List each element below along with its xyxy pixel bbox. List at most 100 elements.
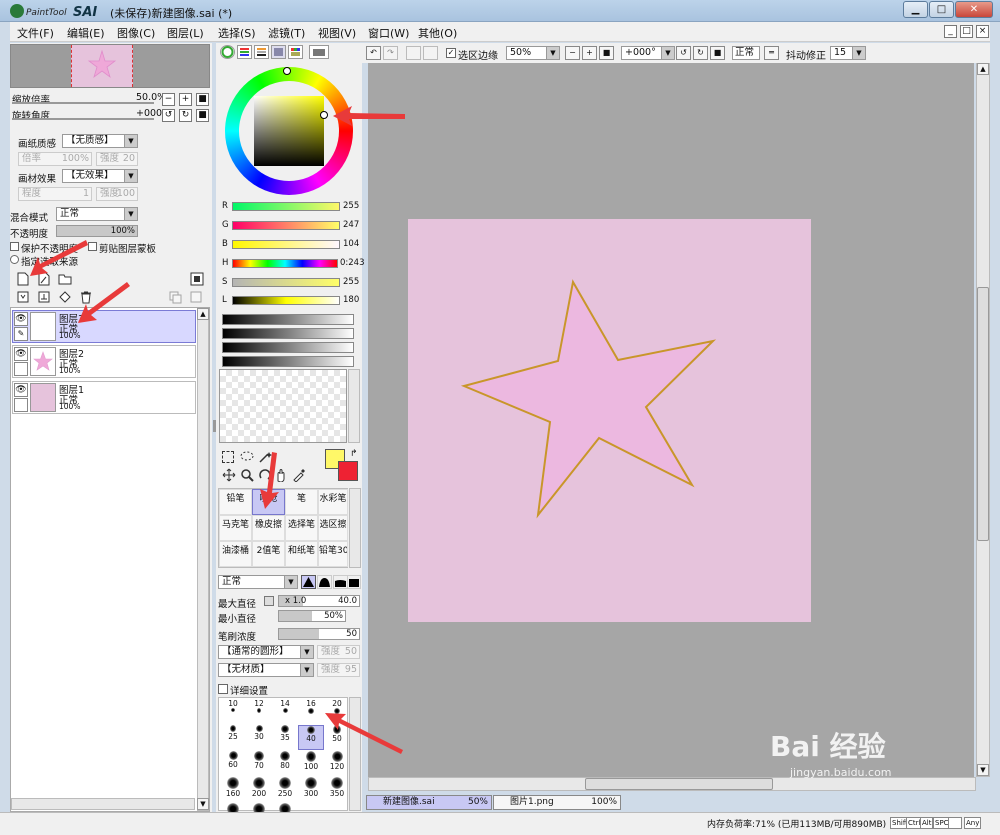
zoom-out-button[interactable]: − [162, 93, 175, 106]
menu-window[interactable]: 窗口(W) [368, 25, 409, 41]
menu-select[interactable]: 选择(S) [218, 25, 256, 41]
brush-edge-medium-icon[interactable] [317, 575, 332, 589]
brush-size-250[interactable]: 250 [272, 777, 298, 802]
trash-icon[interactable] [79, 290, 93, 304]
scratchpad-tab-icon[interactable] [309, 45, 329, 59]
canvas-scroll-up-icon[interactable]: ▲ [977, 63, 989, 75]
zoom-icon[interactable] [240, 468, 254, 482]
tool-brush[interactable]: 笔 [285, 489, 318, 515]
brush-edge-soft-icon[interactable] [333, 575, 348, 589]
eye-icon[interactable]: 👁 [14, 312, 28, 326]
scroll-up-icon[interactable]: ▲ [197, 308, 209, 320]
green-slider[interactable] [232, 221, 340, 230]
menu-other[interactable]: 其他(O) [418, 25, 457, 41]
menu-edit[interactable]: 编辑(E) [67, 25, 105, 41]
navigator-preview[interactable] [10, 44, 210, 88]
tool-select-pen[interactable]: 选择笔 [285, 515, 318, 541]
toolbar-rotate-left-button[interactable]: ↺ [676, 46, 691, 60]
blue-slider[interactable] [232, 240, 340, 249]
zoom-reset-button[interactable]: ■ [196, 93, 209, 106]
brush-size-14[interactable]: 14 [272, 699, 298, 724]
menu-file[interactable]: 文件(F) [17, 25, 54, 41]
lasso-icon[interactable] [240, 451, 254, 463]
child-minimize-button[interactable]: _ [944, 25, 957, 38]
child-close-button[interactable]: × [976, 25, 989, 38]
brush-size-35[interactable]: 35 [272, 725, 298, 750]
clear-layer-icon[interactable] [58, 290, 72, 304]
brush-size-160[interactable]: 160 [220, 777, 246, 802]
brush-size-10[interactable]: 10 [220, 699, 246, 724]
canvas-scroll-down-icon[interactable]: ▼ [977, 764, 989, 776]
brush-size-200[interactable]: 200 [246, 777, 272, 802]
menu-image[interactable]: 图像(C) [117, 25, 155, 41]
swap-colors-icon[interactable]: ↱ [350, 449, 360, 459]
brush-size-350[interactable]: 350 [324, 777, 350, 802]
new-folder-icon[interactable] [58, 272, 72, 286]
merge-down-icon[interactable] [37, 290, 51, 304]
brush-edge-flat-icon[interactable] [347, 575, 361, 589]
rotate-left-button[interactable]: ↺ [162, 109, 175, 122]
doc-tab-picture[interactable]: 图片1.png 100% [493, 795, 621, 810]
tool-washi-pen[interactable]: 和纸笔 [285, 541, 318, 567]
selection-edge-checkbox[interactable]: ✓ [446, 48, 456, 58]
gradient-bar-2[interactable] [222, 328, 354, 339]
pencil-icon[interactable]: ✎ [14, 327, 28, 341]
layer-mask-icon[interactable] [190, 272, 204, 286]
swatch-tab-icon[interactable] [288, 45, 303, 59]
protect-opacity-checkbox[interactable] [10, 242, 19, 251]
menu-filter[interactable]: 滤镜(T) [268, 25, 305, 41]
zoom-slider[interactable] [12, 102, 154, 104]
stabilizer-combo[interactable]: 15 ▼ [830, 46, 866, 60]
deselect-button[interactable] [406, 46, 421, 60]
toolbar-zoom-fit-button[interactable]: ■ [599, 46, 614, 60]
new-layer-icon[interactable] [16, 272, 30, 286]
hue-marker[interactable] [283, 67, 291, 75]
eyedropper-icon[interactable] [292, 468, 306, 483]
tool-watercolor[interactable]: 水彩笔 [318, 489, 348, 515]
scroll-down-icon[interactable]: ▼ [197, 798, 209, 810]
toolbar-rotate-reset-button[interactable]: ■ [710, 46, 725, 60]
max-size-slider[interactable]: x 1.0 40.0 [278, 595, 360, 607]
canvas-paper[interactable] [408, 219, 811, 622]
rgb-slider-tab-icon[interactable] [237, 45, 252, 59]
new-vector-layer-icon[interactable] [37, 272, 51, 286]
tool-binary-pen[interactable]: 2值笔 [252, 541, 285, 567]
layer-hscrollbar[interactable] [11, 798, 195, 810]
doc-tab-new-image[interactable]: 新建图像.sai 50% [366, 795, 492, 810]
brush-size-16[interactable]: 16 [298, 699, 324, 724]
density-slider[interactable]: 50 [278, 628, 360, 640]
blend-mode-combo[interactable]: 正常 ▼ [56, 207, 138, 221]
layer-item-2[interactable]: 👁 图层2 正常 100% [12, 345, 196, 378]
select-source-radio[interactable] [10, 255, 19, 264]
gradient-bar-4[interactable] [222, 356, 354, 367]
saturation-slider[interactable] [232, 278, 340, 287]
toolbar-zoom-in-button[interactable]: + [582, 46, 597, 60]
maximize-button[interactable]: □ [929, 1, 954, 18]
gradient-bar-1[interactable] [222, 314, 354, 325]
eye-icon[interactable]: 👁 [14, 347, 28, 361]
sv-marker[interactable] [320, 111, 328, 119]
angle-slider[interactable] [12, 118, 154, 120]
eye-icon[interactable]: 👁 [14, 383, 28, 397]
transfer-down-icon[interactable] [16, 290, 30, 304]
brush-edge-hard-icon[interactable] [301, 575, 316, 589]
zoom-in-button[interactable]: + [179, 93, 192, 106]
brush-size-100[interactable]: 100 [298, 751, 324, 776]
child-restore-button[interactable]: □ [960, 25, 973, 38]
paper-effect-combo[interactable]: 【无效果】 ▼ [62, 169, 138, 183]
redo-button[interactable]: ↷ [383, 46, 398, 60]
red-slider[interactable] [232, 202, 340, 211]
brush-size-300[interactable]: 300 [298, 777, 324, 802]
lightness-slider[interactable] [232, 296, 340, 305]
scratchpad[interactable] [219, 369, 347, 443]
undo-button[interactable]: ↶ [366, 46, 381, 60]
gradient-tab-icon[interactable] [271, 45, 286, 59]
layer-item-3[interactable]: 👁 ✎ 图层3 正常 100% [12, 310, 196, 343]
canvas-blend-combo[interactable]: 正常 [732, 46, 760, 60]
tool-marker[interactable]: 马克笔 [219, 515, 252, 541]
brush-size-25[interactable]: 25 [220, 725, 246, 750]
layer-lock-checkbox[interactable] [14, 362, 28, 376]
brush-size-12[interactable]: 12 [246, 699, 272, 724]
magic-wand-icon[interactable] [258, 451, 272, 463]
menu-view[interactable]: 视图(V) [318, 25, 356, 41]
